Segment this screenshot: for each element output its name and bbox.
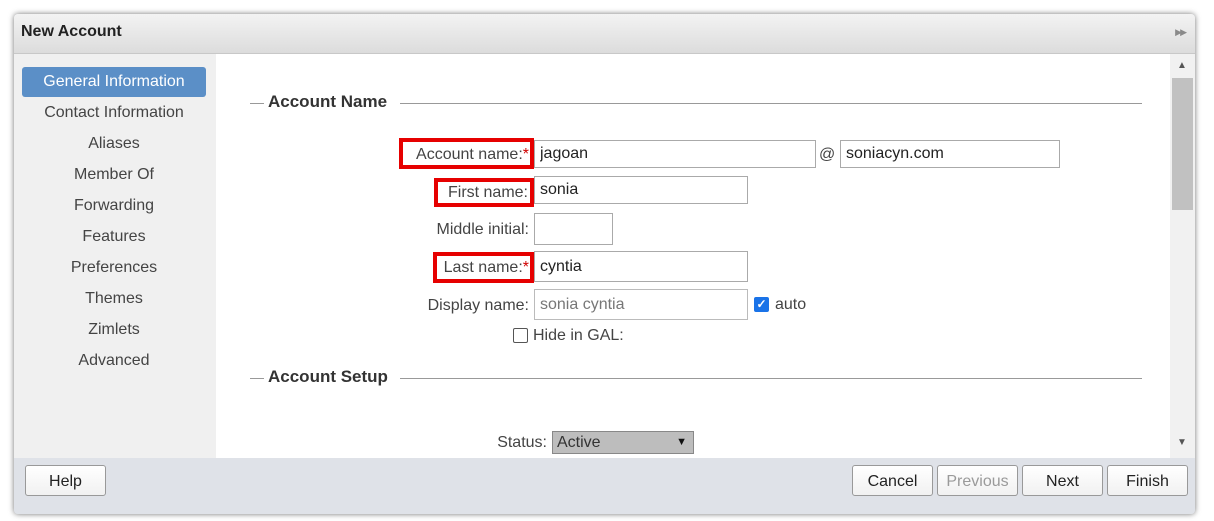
first-name-label: First name: <box>447 184 528 201</box>
sidebar-item-themes[interactable]: Themes <box>22 284 206 314</box>
at-sign: @ <box>819 146 836 163</box>
display-name-input[interactable] <box>534 289 748 320</box>
section-title-account-name: Account Name <box>268 92 394 112</box>
middle-initial-input[interactable] <box>534 213 613 245</box>
form-content: Account Name Account name:* @ First name… <box>216 54 1171 458</box>
section-account-name: Account Name <box>250 92 1142 114</box>
help-button[interactable]: Help <box>25 465 106 496</box>
account-name-input[interactable] <box>534 140 816 168</box>
status-select[interactable]: Active ▼ <box>552 431 694 454</box>
account-name-label-text: Account name: <box>416 146 523 163</box>
middle-initial-label: Middle initial: <box>436 221 529 238</box>
display-name-label: Display name: <box>427 297 529 314</box>
status-label: Status: <box>497 434 547 451</box>
sidebar-item-zimlets[interactable]: Zimlets <box>22 315 206 345</box>
double-chevron-right-icon[interactable]: ▶▶ <box>1175 27 1187 38</box>
sidebar: General Information Contact Information … <box>14 54 216 458</box>
required-mark: * <box>522 146 529 163</box>
scroll-down-arrow-icon[interactable]: ▼ <box>1177 437 1187 448</box>
dialog-title: New Account <box>21 23 122 40</box>
hide-in-gal-label: Hide in GAL: <box>533 327 624 344</box>
sidebar-item-aliases[interactable]: Aliases <box>22 129 206 159</box>
account-name-label: Account name:* <box>399 146 529 164</box>
sidebar-item-advanced[interactable]: Advanced <box>22 346 206 376</box>
finish-button[interactable]: Finish <box>1107 465 1188 496</box>
hide-in-gal-checkbox[interactable] <box>513 328 528 343</box>
status-select-value: Active <box>557 434 601 451</box>
chevron-down-icon: ▼ <box>676 436 687 448</box>
last-name-input[interactable] <box>534 251 748 282</box>
dialog-footer: Help Cancel Previous Next Finish <box>14 458 1195 514</box>
new-account-dialog: New Account ▶▶ General Information Conta… <box>14 14 1195 514</box>
first-name-input[interactable] <box>534 176 748 204</box>
auto-checkbox[interactable]: ✓ <box>754 297 769 312</box>
next-button[interactable]: Next <box>1022 465 1103 496</box>
sidebar-item-features[interactable]: Features <box>22 222 206 252</box>
scroll-thumb[interactable] <box>1172 78 1193 210</box>
section-account-setup: Account Setup <box>250 367 1142 389</box>
cancel-button[interactable]: Cancel <box>852 465 933 496</box>
scroll-up-arrow-icon[interactable]: ▲ <box>1177 60 1187 71</box>
required-mark: * <box>522 259 529 276</box>
auto-label: auto <box>775 296 807 313</box>
sidebar-item-member-of[interactable]: Member Of <box>22 160 206 190</box>
domain-input[interactable] <box>840 140 1060 168</box>
sidebar-item-preferences[interactable]: Preferences <box>22 253 206 283</box>
section-rule <box>400 103 1142 104</box>
sidebar-item-general-information[interactable]: General Information <box>22 67 206 97</box>
last-name-label: Last name:* <box>433 259 529 277</box>
dialog-titlebar: New Account ▶▶ <box>14 14 1195 54</box>
sidebar-item-contact-information[interactable]: Contact Information <box>22 98 206 128</box>
section-title-account-setup: Account Setup <box>268 367 394 387</box>
section-rule <box>250 378 264 379</box>
sidebar-item-forwarding[interactable]: Forwarding <box>22 191 206 221</box>
section-rule <box>400 378 1142 379</box>
section-rule <box>250 103 264 104</box>
last-name-label-text: Last name: <box>443 259 523 276</box>
vertical-scrollbar[interactable]: ▲ ▼ <box>1170 54 1195 458</box>
previous-button[interactable]: Previous <box>937 465 1018 496</box>
dialog-body: General Information Contact Information … <box>14 54 1195 458</box>
